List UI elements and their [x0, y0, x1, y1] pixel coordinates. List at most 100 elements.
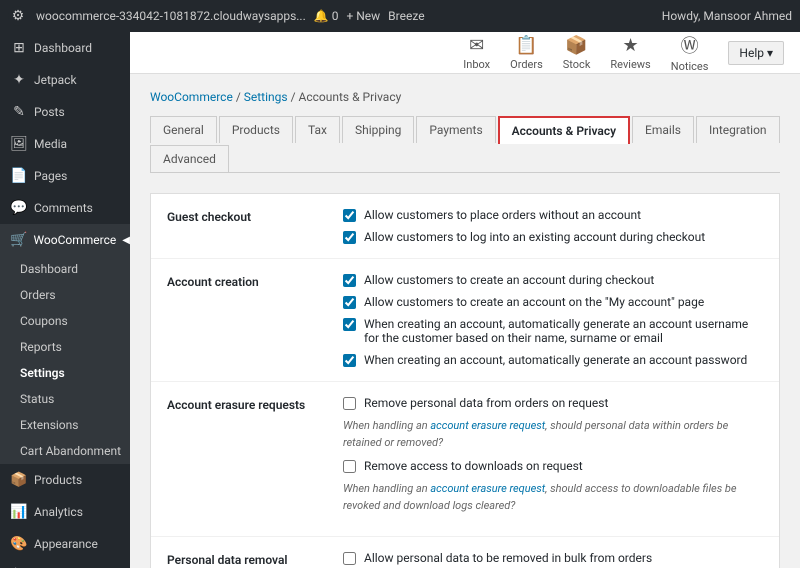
erasure-option-2: Remove access to downloads on request: [343, 459, 763, 473]
tab-general[interactable]: General: [150, 116, 217, 143]
sidebar-item-label: Dashboard: [34, 41, 92, 55]
reviews-icon: ★: [623, 35, 639, 56]
section-label-guest-checkout: Guest checkout: [167, 208, 327, 224]
woo-dashboard[interactable]: Dashboard: [0, 256, 130, 282]
checkbox-account-creation-2[interactable]: [343, 296, 356, 309]
wp-logo[interactable]: ⚙: [8, 6, 28, 26]
woo-extensions[interactable]: Extensions: [0, 412, 130, 438]
content-wrapper: WooCommerce / Settings / Accounts & Priv…: [130, 74, 800, 568]
orders-icon: 📋: [515, 35, 537, 56]
sidebar: ⊞ Dashboard ✦ Jetpack ✎ Posts 🖼 Media 📄 …: [0, 32, 130, 568]
checkbox-guest-checkout-2[interactable]: [343, 231, 356, 244]
woocommerce-submenu: Dashboard Orders Coupons Reports Setting…: [0, 256, 130, 464]
sidebar-item-jetpack[interactable]: ✦ Jetpack: [0, 64, 130, 96]
guest-checkout-option-1: Allow customers to place orders without …: [343, 208, 763, 222]
breadcrumb-current: Accounts & Privacy: [299, 90, 402, 104]
checkbox-guest-checkout-1[interactable]: [343, 209, 356, 222]
pages-icon: 📄: [10, 168, 28, 184]
help-button[interactable]: Help ▾: [728, 41, 784, 65]
user-greeting: Howdy, Mansoor Ahmed: [662, 9, 792, 23]
checkbox-erasure-2[interactable]: [343, 460, 356, 473]
icon-bar-notices[interactable]: Ⓦ Notices: [671, 32, 709, 73]
sidebar-item-label: Products: [34, 473, 82, 487]
reviews-label: Reviews: [610, 58, 650, 71]
sidebar-item-plugins[interactable]: 🔌 Plugins: [0, 560, 130, 568]
erasure-link-2[interactable]: account erasure request: [430, 482, 545, 495]
section-label-personal-data: Personal data removal: [167, 551, 327, 567]
tab-accounts-privacy[interactable]: Accounts & Privacy: [498, 116, 630, 144]
sidebar-item-appearance[interactable]: 🎨 Appearance: [0, 528, 130, 560]
icon-bar-orders[interactable]: 📋 Orders: [510, 35, 543, 71]
sidebar-item-pages[interactable]: 📄 Pages: [0, 160, 130, 192]
sidebar-item-label: Pages: [34, 169, 67, 183]
sidebar-item-comments[interactable]: 💬 Comments: [0, 192, 130, 224]
account-creation-option-2: Allow customers to create an account on …: [343, 295, 763, 309]
woo-cart-abandonment[interactable]: Cart Abandonment: [0, 438, 130, 464]
sidebar-item-analytics[interactable]: 📊 Analytics: [0, 496, 130, 528]
account-erasure-controls: Remove personal data from orders on requ…: [343, 396, 763, 522]
inbox-icon: ✉: [469, 35, 484, 56]
section-guest-checkout: Guest checkout Allow customers to place …: [151, 194, 779, 259]
icon-bar-stock[interactable]: 📦 Stock: [563, 35, 591, 71]
checkbox-label-account-creation-2: Allow customers to create an account on …: [364, 295, 704, 309]
tab-advanced[interactable]: Advanced: [150, 145, 229, 172]
notifications-icon[interactable]: 🔔 0: [314, 9, 339, 23]
checkbox-label-guest-checkout-1: Allow customers to place orders without …: [364, 208, 641, 222]
sidebar-item-label: WooCommerce: [33, 233, 116, 247]
settings-form: Guest checkout Allow customers to place …: [150, 193, 780, 568]
tab-tax[interactable]: Tax: [295, 116, 340, 143]
adminbar-left: ⚙ woocommerce-334042-1081872.cloudwaysap…: [8, 6, 425, 26]
guest-checkout-controls: Allow customers to place orders without …: [343, 208, 763, 244]
stock-icon: 📦: [565, 35, 587, 56]
woo-settings[interactable]: Settings: [0, 360, 130, 386]
icon-bar-inbox[interactable]: ✉ Inbox: [463, 35, 490, 71]
tab-integration[interactable]: Integration: [696, 116, 780, 143]
breadcrumb-woocommerce[interactable]: WooCommerce: [150, 90, 233, 104]
guest-checkout-option-2: Allow customers to log into an existing …: [343, 230, 763, 244]
checkbox-erasure-1[interactable]: [343, 397, 356, 410]
sidebar-item-products[interactable]: 📦 Products: [0, 464, 130, 496]
checkbox-account-creation-3[interactable]: [343, 318, 356, 331]
orders-label: Orders: [510, 58, 543, 71]
section-label-account-creation: Account creation: [167, 273, 327, 289]
checkbox-account-creation-1[interactable]: [343, 274, 356, 287]
sidebar-item-posts[interactable]: ✎ Posts: [0, 96, 130, 128]
woo-reports[interactable]: Reports: [0, 334, 130, 360]
personal-data-option-1: Allow personal data to be removed in bul…: [343, 551, 763, 565]
sidebar-item-label: Jetpack: [34, 73, 77, 87]
woocommerce-icon: 🛒: [10, 232, 27, 248]
checkbox-account-creation-4[interactable]: [343, 354, 356, 367]
sidebar-item-label: Analytics: [34, 505, 83, 519]
erasure-option-1: Remove personal data from orders on requ…: [343, 396, 763, 410]
woo-status[interactable]: Status: [0, 386, 130, 412]
breadcrumb-settings[interactable]: Settings: [244, 90, 288, 104]
notices-label: Notices: [671, 60, 709, 73]
tab-products[interactable]: Products: [219, 116, 293, 143]
jetpack-icon: ✦: [10, 72, 28, 88]
checkbox-personal-data-1[interactable]: [343, 552, 356, 565]
erasure-desc-2: When handling an account erasure request…: [343, 481, 763, 514]
products-icon: 📦: [10, 472, 28, 488]
breadcrumb: WooCommerce / Settings / Accounts & Priv…: [150, 90, 780, 104]
woo-coupons[interactable]: Coupons: [0, 308, 130, 334]
woo-orders[interactable]: Orders: [0, 282, 130, 308]
sidebar-item-woocommerce[interactable]: 🛒 WooCommerce ◀: [0, 224, 130, 256]
icon-bar-reviews[interactable]: ★ Reviews: [610, 35, 650, 71]
sidebar-item-label: Appearance: [34, 537, 98, 551]
tab-shipping[interactable]: Shipping: [342, 116, 414, 143]
help-label: Help ▾: [739, 46, 773, 60]
sidebar-item-media[interactable]: 🖼 Media: [0, 128, 130, 160]
tab-payments[interactable]: Payments: [416, 116, 495, 143]
site-name[interactable]: woocommerce-334042-1081872.cloudwaysapps…: [36, 9, 306, 23]
settings-tabs: General Products Tax Shipping Payments A…: [150, 116, 780, 173]
notices-icon: Ⓦ: [681, 32, 699, 58]
sidebar-item-dashboard[interactable]: ⊞ Dashboard: [0, 32, 130, 64]
posts-icon: ✎: [10, 104, 28, 120]
section-label-account-erasure: Account erasure requests: [167, 396, 327, 412]
checkbox-label-account-creation-4: When creating an account, automatically …: [364, 353, 747, 367]
breeze-button[interactable]: Breeze: [388, 9, 424, 23]
new-button[interactable]: + New: [346, 9, 380, 23]
tab-emails[interactable]: Emails: [632, 116, 694, 143]
account-creation-option-4: When creating an account, automatically …: [343, 353, 763, 367]
erasure-link-1[interactable]: account erasure request: [430, 419, 545, 432]
